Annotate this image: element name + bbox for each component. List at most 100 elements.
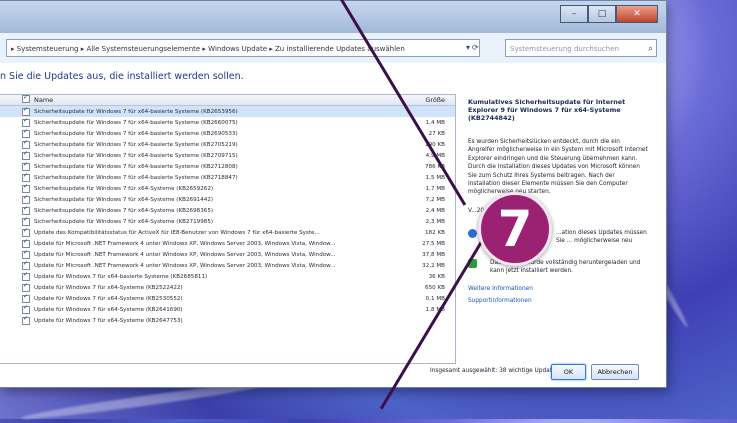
update-checkbox[interactable] <box>22 227 30 238</box>
close-button[interactable]: ✕ <box>616 5 658 23</box>
update-checkbox[interactable] <box>22 238 30 249</box>
update-name: Sicherheitsupdate für Windows 7 für x64-… <box>34 218 214 225</box>
update-checkbox[interactable] <box>22 293 30 304</box>
update-size: 1,5 MB <box>425 174 445 181</box>
update-checkbox[interactable] <box>22 315 30 326</box>
update-size: 2,3 MB <box>425 218 445 225</box>
update-name: Sicherheitsupdate für Windows 7 für x64-… <box>34 196 214 203</box>
update-row[interactable]: Update für Windows 7 für x64-Systeme (KB… <box>0 293 455 305</box>
support-info-link[interactable]: Supportinformationen <box>468 298 532 304</box>
maximize-button[interactable]: □ <box>588 5 616 23</box>
update-name: Sicherheitsupdate für Windows 7 für x64-… <box>34 152 238 159</box>
update-size: 37,8 MB <box>422 252 445 259</box>
search-icon[interactable]: ⌕ <box>648 40 653 58</box>
update-checkbox[interactable] <box>22 205 30 215</box>
update-row[interactable]: Sicherheitsupdate für Windows 7 für x64-… <box>0 106 455 118</box>
update-size: 7,2 MB <box>425 196 445 203</box>
update-row[interactable]: Update des Kompatibilitätsstatus für Act… <box>0 227 455 239</box>
update-size: 27,5 MB <box>422 241 445 248</box>
update-checkbox[interactable] <box>22 150 30 160</box>
dropdown-arrow-icon[interactable]: ▾ <box>466 39 470 57</box>
update-size: 650 KB <box>425 285 445 292</box>
step-badge: 7 <box>478 192 552 266</box>
update-name: Update für Windows 7 für x64-Systeme (KB… <box>34 318 183 325</box>
update-row[interactable]: Sicherheitsupdate für Windows 7 für x64-… <box>0 150 455 161</box>
update-checkbox[interactable] <box>22 161 30 171</box>
update-name: Update für Windows 7 für x64-Systeme (KB… <box>34 296 183 303</box>
update-row[interactable]: Sicherheitsupdate für Windows 7 für x64-… <box>0 216 455 227</box>
update-row[interactable]: Sicherheitsupdate für Windows 7 für x64-… <box>0 205 455 216</box>
update-row[interactable]: Sicherheitsupdate für Windows 7 für x64-… <box>0 161 455 172</box>
info-icon <box>468 229 477 238</box>
details-title: Kumulatives Sicherheitsupdate für Intern… <box>468 98 626 122</box>
restart-notice-text: ...ation dieses Updates müssen Sie ... m… <box>556 230 647 244</box>
selection-summary: Insgesamt ausgewählt: 38 wichtige Update… <box>430 368 559 374</box>
column-size[interactable]: Größe <box>400 95 451 105</box>
update-row[interactable]: Update für Microsoft .NET Framework 4 un… <box>0 249 455 261</box>
update-row[interactable]: Sicherheitsupdate für Windows 7 für x64-… <box>0 128 455 139</box>
nav-icons: ▾ ⟳ <box>466 39 479 57</box>
update-name: Update für Windows 7 für x64-Systeme (KB… <box>34 307 183 314</box>
address-path: ▸ Systemsteuerung ▸ Alle Systemsteuerung… <box>11 45 405 53</box>
update-checkbox[interactable] <box>22 117 30 127</box>
page-heading: n Sie die Updates aus, die installiert w… <box>0 71 244 82</box>
update-name: Sicherheitsupdate für Windows 7 für x64-… <box>34 174 238 181</box>
update-checkbox[interactable] <box>22 128 30 138</box>
select-all-checkbox[interactable] <box>22 95 30 103</box>
update-size: 182 KB <box>425 230 445 237</box>
list-header: Name Größe <box>0 95 455 106</box>
update-window: – □ ✕ ▸ Systemsteuerung ▸ Alle Systemste… <box>0 0 667 388</box>
cancel-button[interactable]: Abbrechen <box>591 364 639 380</box>
update-row[interactable]: Update für Windows 7 für x64-Systeme (KB… <box>0 282 455 294</box>
window-controls: – □ ✕ <box>560 5 658 23</box>
update-name: Update für Microsoft .NET Framework 4 un… <box>34 241 336 248</box>
update-name: Sicherheitsupdate für Windows 7 für x64-… <box>34 108 238 115</box>
updates-list[interactable]: Name Größe Sicherheitsupdate für Windows… <box>0 94 456 364</box>
update-row[interactable]: Sicherheitsupdate für Windows 7 für x64-… <box>0 183 455 194</box>
update-name: Sicherheitsupdate für Windows 7 für x64-… <box>34 185 214 192</box>
update-size: 1,4 MB <box>425 119 445 126</box>
update-row[interactable]: Sicherheitsupdate für Windows 7 für x64-… <box>0 194 455 205</box>
update-checkbox[interactable] <box>22 271 30 282</box>
update-size: 36 KB <box>428 274 445 281</box>
update-row[interactable]: Update für Microsoft .NET Framework 4 un… <box>0 260 455 272</box>
address-bar[interactable]: ▸ Systemsteuerung ▸ Alle Systemsteuerung… <box>6 39 480 57</box>
update-row[interactable]: Update für Windows 7 für x64-Systeme (KB… <box>0 315 455 327</box>
details-description: Es wurden Sicherheitslücken entdeckt, du… <box>468 139 648 196</box>
update-row[interactable]: Sicherheitsupdate für Windows 7 für x64-… <box>0 117 455 128</box>
update-name: Update für Microsoft .NET Framework 4 un… <box>34 263 336 270</box>
update-name: Update für Windows 7 für x64-basierte Sy… <box>34 274 208 281</box>
update-checkbox[interactable] <box>22 194 30 204</box>
ok-button[interactable]: OK <box>551 364 586 380</box>
update-checkbox[interactable] <box>22 282 30 293</box>
refresh-icon[interactable]: ⟳ <box>472 39 479 57</box>
update-checkbox[interactable] <box>22 106 30 116</box>
update-checkbox[interactable] <box>22 139 30 149</box>
column-name[interactable]: Name <box>34 95 400 105</box>
update-name: Sicherheitsupdate für Windows 7 für x64-… <box>34 130 238 137</box>
update-row[interactable]: Sicherheitsupdate für Windows 7 für x64-… <box>0 139 455 150</box>
search-input[interactable]: Systemsteuerung durchsuchen ⌕ <box>505 39 657 57</box>
update-name: Update für Microsoft .NET Framework 4 un… <box>34 252 336 259</box>
update-name: Update des Kompatibilitätsstatus für Act… <box>34 230 320 237</box>
title-bar[interactable]: – □ ✕ <box>0 1 666 33</box>
update-checkbox[interactable] <box>22 304 30 315</box>
update-size: 1,7 MB <box>425 185 445 192</box>
more-info-link[interactable]: Weitere Informationen <box>468 286 533 292</box>
update-row[interactable]: Sicherheitsupdate für Windows 7 für x64-… <box>0 172 455 183</box>
update-checkbox[interactable] <box>22 260 30 271</box>
minimize-button[interactable]: – <box>560 5 588 23</box>
list-rows: Sicherheitsupdate für Windows 7 für x64-… <box>0 106 455 327</box>
update-name: Sicherheitsupdate für Windows 7 für x64-… <box>34 141 238 148</box>
update-row[interactable]: Update für Windows 7 für x64-basierte Sy… <box>0 271 455 283</box>
search-placeholder: Systemsteuerung durchsuchen <box>510 45 619 53</box>
update-name: Sicherheitsupdate für Windows 7 für x64-… <box>34 207 214 214</box>
update-checkbox[interactable] <box>22 183 30 193</box>
update-row[interactable]: Update für Windows 7 für x64-Systeme (KB… <box>0 304 455 316</box>
update-checkbox[interactable] <box>22 216 30 226</box>
update-name: Update für Windows 7 für x64-Systeme (KB… <box>34 285 183 292</box>
update-checkbox[interactable] <box>22 249 30 260</box>
update-checkbox[interactable] <box>22 172 30 182</box>
update-row[interactable]: Update für Microsoft .NET Framework 4 un… <box>0 238 455 250</box>
update-name: Sicherheitsupdate für Windows 7 für x64-… <box>34 119 238 126</box>
